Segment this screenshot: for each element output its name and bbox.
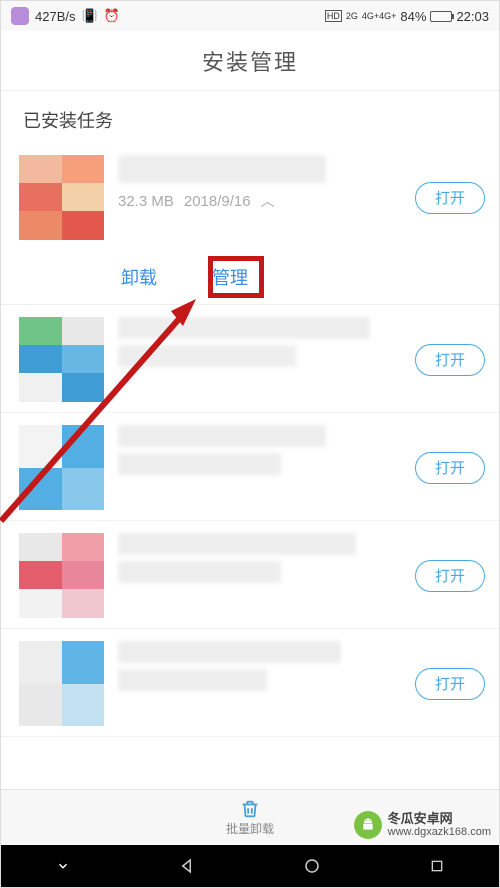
app-icon-5 bbox=[19, 641, 104, 726]
app-name-blurred bbox=[118, 317, 370, 339]
alarm-icon: ⏰ bbox=[104, 8, 120, 24]
battery-pct: 84% bbox=[400, 9, 426, 24]
page-title: 安装管理 bbox=[1, 31, 499, 91]
app-name-blurred bbox=[118, 425, 326, 447]
open-button[interactable]: 打开 bbox=[415, 344, 485, 376]
app-icon-4 bbox=[19, 533, 104, 618]
app-meta-blurred bbox=[118, 453, 281, 475]
app-actions: 卸载 管理 bbox=[1, 250, 499, 305]
net-speed: 427B/s bbox=[35, 9, 75, 24]
clock: 22:03 bbox=[456, 9, 489, 24]
manage-link[interactable]: 管理 bbox=[212, 264, 248, 290]
app-icon-3 bbox=[19, 425, 104, 510]
batch-uninstall-label: 批量卸载 bbox=[226, 820, 274, 837]
app-icon-1 bbox=[19, 155, 104, 240]
battery-icon bbox=[430, 11, 452, 22]
app-icon-2 bbox=[19, 317, 104, 402]
open-button[interactable]: 打开 bbox=[415, 452, 485, 484]
app-size: 32.3 MB bbox=[118, 193, 174, 210]
android-nav-bar bbox=[1, 845, 499, 887]
watermark-url: www.dgxazk168.com bbox=[388, 826, 491, 838]
app-meta-blurred bbox=[118, 561, 281, 583]
chevron-up-icon[interactable]: ︿ bbox=[261, 191, 275, 211]
hd-icon: HD bbox=[325, 10, 342, 22]
nav-home[interactable] bbox=[300, 854, 324, 878]
nav-back[interactable] bbox=[176, 854, 200, 878]
trash-icon bbox=[239, 798, 261, 820]
watermark-icon bbox=[354, 811, 382, 839]
watermark-title: 冬瓜安卓网 bbox=[388, 812, 491, 826]
watermark: 冬瓜安卓网 www.dgxazk168.com bbox=[354, 811, 491, 839]
app-list: 已安装任务 32.3 MB 2018/9/16 ︿ 打开 卸载 管理 bbox=[1, 91, 499, 791]
app-name-blurred bbox=[118, 155, 326, 183]
app-row[interactable]: 打开 bbox=[1, 305, 499, 413]
signal-4g: 4G+4G+ bbox=[362, 11, 397, 21]
app-meta-blurred bbox=[118, 669, 267, 691]
open-button[interactable]: 打开 bbox=[415, 668, 485, 700]
vibrate-icon: 📳 bbox=[81, 8, 97, 24]
section-header: 已安装任务 bbox=[1, 91, 499, 143]
app-name-blurred bbox=[118, 533, 356, 555]
nav-recent[interactable] bbox=[425, 854, 449, 878]
app-row[interactable]: 打开 bbox=[1, 629, 499, 737]
app-meta-blurred bbox=[118, 345, 296, 367]
status-bar: 427B/s 📳 ⏰ HD 2G 4G+4G+ 84% 22:03 bbox=[1, 1, 499, 31]
open-button[interactable]: 打开 bbox=[415, 182, 485, 214]
open-button[interactable]: 打开 bbox=[415, 560, 485, 592]
app-name-blurred bbox=[118, 641, 341, 663]
app-date: 2018/9/16 bbox=[184, 193, 251, 210]
app-row[interactable]: 打开 bbox=[1, 521, 499, 629]
app-row[interactable]: 打开 bbox=[1, 413, 499, 521]
uninstall-link[interactable]: 卸载 bbox=[121, 264, 157, 290]
nav-hide[interactable] bbox=[51, 854, 75, 878]
app-row[interactable]: 32.3 MB 2018/9/16 ︿ 打开 bbox=[1, 143, 499, 250]
signal-2g: 2G bbox=[346, 11, 358, 21]
app-launcher-icon bbox=[11, 7, 29, 25]
